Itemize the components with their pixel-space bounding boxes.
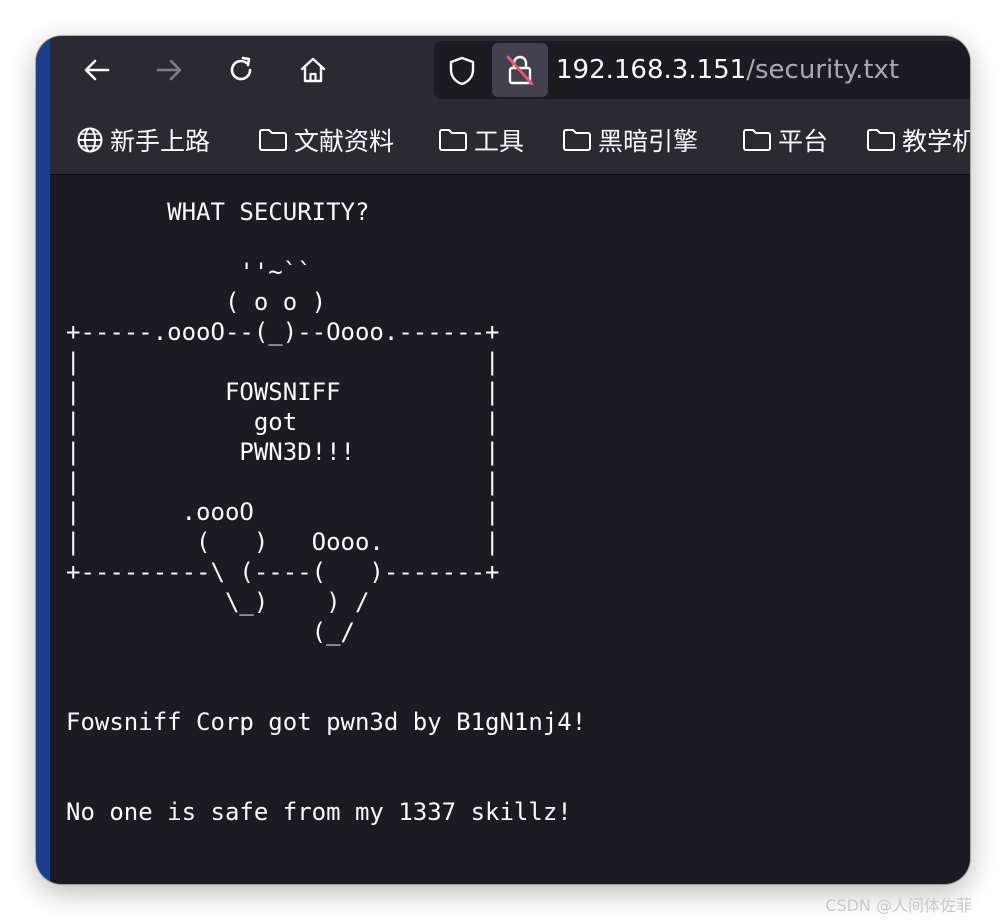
address-bar[interactable]: 192.168.3.151/security.txt [434, 41, 970, 99]
bookmark-label: 教学机 [902, 127, 970, 156]
folder-icon [439, 129, 467, 151]
bookmark-item-0[interactable]: 新手上路 [76, 123, 210, 157]
folder-icon [867, 129, 895, 151]
home-button[interactable] [296, 53, 330, 87]
back-button[interactable] [80, 53, 114, 87]
bookmark-item-5[interactable]: 教学机 [866, 123, 970, 157]
reload-icon [230, 56, 252, 81]
url-path: /security.txt [746, 55, 900, 85]
home-icon [300, 57, 326, 83]
folder-icon [563, 129, 591, 151]
back-arrow-icon [84, 59, 110, 81]
bookmark-label: 新手上路 [110, 127, 211, 156]
folder-icon [743, 129, 771, 151]
bookmark-label: 平台 [778, 127, 829, 156]
browser-window: 192.168.3.151/security.txt 新手上路 文献资料 工具 [36, 36, 970, 884]
globe-icon [77, 127, 103, 153]
bookmark-label: 工具 [474, 127, 525, 156]
tracking-protection-button[interactable] [446, 55, 478, 87]
bookmark-item-1[interactable]: 文献资料 [258, 123, 394, 157]
navigation-toolbar: 192.168.3.151/security.txt [50, 36, 970, 104]
url-host: 192.168.3.151 [556, 55, 747, 85]
bookmark-item-4[interactable]: 平台 [742, 123, 828, 157]
bookmark-item-2[interactable]: 工具 [438, 123, 524, 157]
bookmarks-toolbar: 新手上路 文献资料 工具 黑暗引擎 平台 教学机 [50, 104, 970, 175]
folder-icon [259, 129, 287, 151]
insecure-connection-button[interactable] [492, 43, 548, 97]
window-accent-edge [36, 36, 50, 884]
shield-icon [449, 56, 475, 86]
bookmark-label: 黑暗引擎 [598, 127, 699, 156]
forward-arrow-icon [156, 59, 182, 81]
forward-button[interactable] [152, 53, 186, 87]
page-content: WHAT SECURITY? ''~`` ( o o ) +-----.oooO… [50, 175, 970, 884]
url-text[interactable]: 192.168.3.151/security.txt [556, 54, 899, 86]
reload-button[interactable] [224, 53, 258, 87]
bookmark-item-3[interactable]: 黑暗引擎 [562, 123, 698, 157]
insecure-lock-icon [506, 55, 534, 86]
watermark: CSDN @人间体佐菲 [825, 896, 972, 915]
security-txt-content: WHAT SECURITY? ''~`` ( o o ) +-----.oooO… [66, 198, 587, 826]
bookmark-label: 文献资料 [294, 127, 395, 156]
